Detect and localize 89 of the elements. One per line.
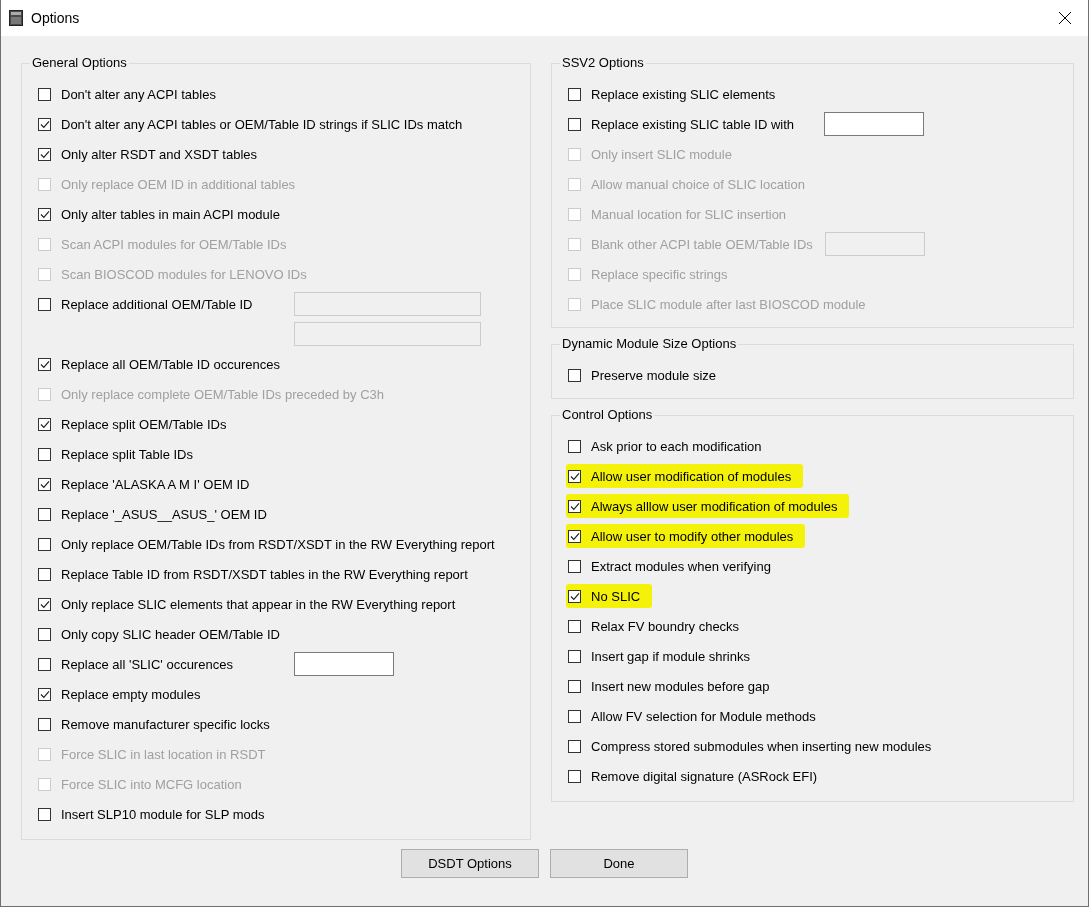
option-label: Only insert SLIC module (591, 146, 732, 162)
option-label: Only replace complete OEM/Table IDs preceded by C3h (61, 386, 384, 402)
option-label: Replace '_ASUS__ASUS_' OEM ID (61, 506, 267, 522)
option-label: Replace split OEM/Table IDs (61, 416, 227, 432)
checkbox[interactable] (38, 597, 51, 611)
option-label: Always alllow user modification of modules (591, 498, 838, 514)
option-label: Allow manual choice of SLIC location (591, 176, 805, 192)
checkbox[interactable] (38, 207, 51, 221)
checkbox[interactable] (38, 417, 51, 431)
option-label: Replace additional OEM/Table ID (61, 296, 253, 312)
option-label: Replace existing SLIC table ID with (591, 116, 795, 132)
option-label: Only alter RSDT and XSDT tables (61, 146, 258, 162)
option-label: Replace split Table IDs (61, 446, 193, 462)
checkbox[interactable] (568, 499, 581, 513)
checkbox[interactable] (568, 117, 581, 131)
option-label: Only replace SLIC elements that appear in the RW Everything report (61, 596, 456, 612)
checkbox[interactable] (568, 679, 581, 693)
option-label: Don't alter any ACPI tables or OEM/Table ID strings if SLIC IDs match (61, 116, 463, 132)
option-label: Preserve module size (591, 367, 716, 383)
option-label: Ask prior to each modification (591, 438, 762, 454)
checkbox[interactable] (38, 687, 51, 701)
checkbox[interactable] (568, 739, 581, 753)
option-label: Force SLIC in last location in RSDT (61, 746, 266, 762)
group-title: Control Options (561, 407, 654, 423)
option-label: Scan ACPI modules for OEM/Table IDs (61, 236, 287, 252)
checkbox[interactable] (38, 117, 51, 131)
close-icon (1058, 11, 1072, 25)
checkbox[interactable] (38, 507, 51, 521)
option-label: Allow user modification of modules (591, 468, 792, 484)
window-title: Options (31, 10, 81, 26)
checkbox[interactable] (38, 477, 51, 491)
option-label: Only alter tables in main ACPI module (61, 206, 280, 222)
option-label: Compress stored submodules when inserting new modules (591, 738, 932, 754)
text-field[interactable] (294, 652, 394, 676)
option-label: Manual location for SLIC insertion (591, 206, 787, 222)
checkbox[interactable] (568, 619, 581, 633)
checkbox[interactable] (38, 657, 51, 671)
checkbox[interactable] (568, 559, 581, 573)
checkbox[interactable] (38, 567, 51, 581)
group-title: SSV2 Options (561, 55, 645, 71)
checkbox[interactable] (38, 537, 51, 551)
checkbox[interactable] (568, 469, 581, 483)
option-label: Replace 'ALASKA A M I' OEM ID (61, 476, 250, 492)
option-label: Only replace OEM ID in additional tables (61, 176, 296, 192)
text-field[interactable] (824, 112, 924, 136)
option-label: Insert gap if module shrinks (591, 648, 750, 664)
option-label: Replace Table ID from RSDT/XSDT tables in the RW Everything report (61, 566, 468, 582)
option-label: Allow user to modify other modules (591, 528, 794, 544)
option-label: No SLIC (591, 588, 641, 604)
checkbox[interactable] (38, 297, 51, 311)
checkbox[interactable] (568, 769, 581, 783)
checkbox[interactable] (38, 447, 51, 461)
option-label: Extract modules when verifying (591, 558, 771, 574)
option-label: Only replace OEM/Table IDs from RSDT/XSDT in the RW Everything report (61, 536, 495, 552)
option-label: Insert new modules before gap (591, 678, 770, 694)
checkbox[interactable] (38, 807, 51, 821)
option-label: Remove digital signature (ASRock EFI) (591, 768, 818, 784)
checkbox[interactable] (568, 529, 581, 543)
checkbox[interactable] (568, 589, 581, 603)
option-label: Place SLIC module after last BIOSCOD module (591, 296, 866, 312)
option-label: Allow FV selection for Module methods (591, 708, 816, 724)
checkbox[interactable] (568, 649, 581, 663)
checkbox[interactable] (38, 87, 51, 101)
option-label: Blank other ACPI table OEM/Table IDs (591, 236, 813, 252)
checkbox[interactable] (568, 439, 581, 453)
checkbox[interactable] (568, 87, 581, 101)
checkbox[interactable] (38, 357, 51, 371)
option-label: Replace all 'SLIC' occurences (61, 656, 233, 672)
group-title: Dynamic Module Size Options (561, 336, 738, 352)
option-label: Replace all OEM/Table ID occurences (61, 356, 280, 372)
checkbox[interactable] (38, 717, 51, 731)
option-label: Only copy SLIC header OEM/Table ID (61, 626, 280, 642)
option-label: Insert SLP10 module for SLP mods (61, 806, 265, 822)
option-label: Replace specific strings (591, 266, 728, 282)
checkbox[interactable] (568, 368, 581, 382)
checkbox[interactable] (38, 147, 51, 161)
checkbox[interactable] (568, 709, 581, 723)
option-label: Force SLIC into MCFG location (61, 776, 242, 792)
option-label: Remove manufacturer specific locks (61, 716, 270, 732)
checkbox[interactable] (38, 627, 51, 641)
option-label: Scan BIOSCOD modules for LENOVO IDs (61, 266, 307, 282)
option-label: Replace empty modules (61, 686, 201, 702)
option-label: Don't alter any ACPI tables (61, 86, 216, 102)
dialog-button[interactable]: Done (550, 849, 688, 878)
app-icon (9, 10, 23, 26)
option-label: Replace existing SLIC elements (591, 86, 776, 102)
option-label: Relax FV boundry checks (591, 618, 740, 634)
dialog-button[interactable]: DSDT Options (401, 849, 539, 878)
group-title: General Options (31, 55, 128, 71)
